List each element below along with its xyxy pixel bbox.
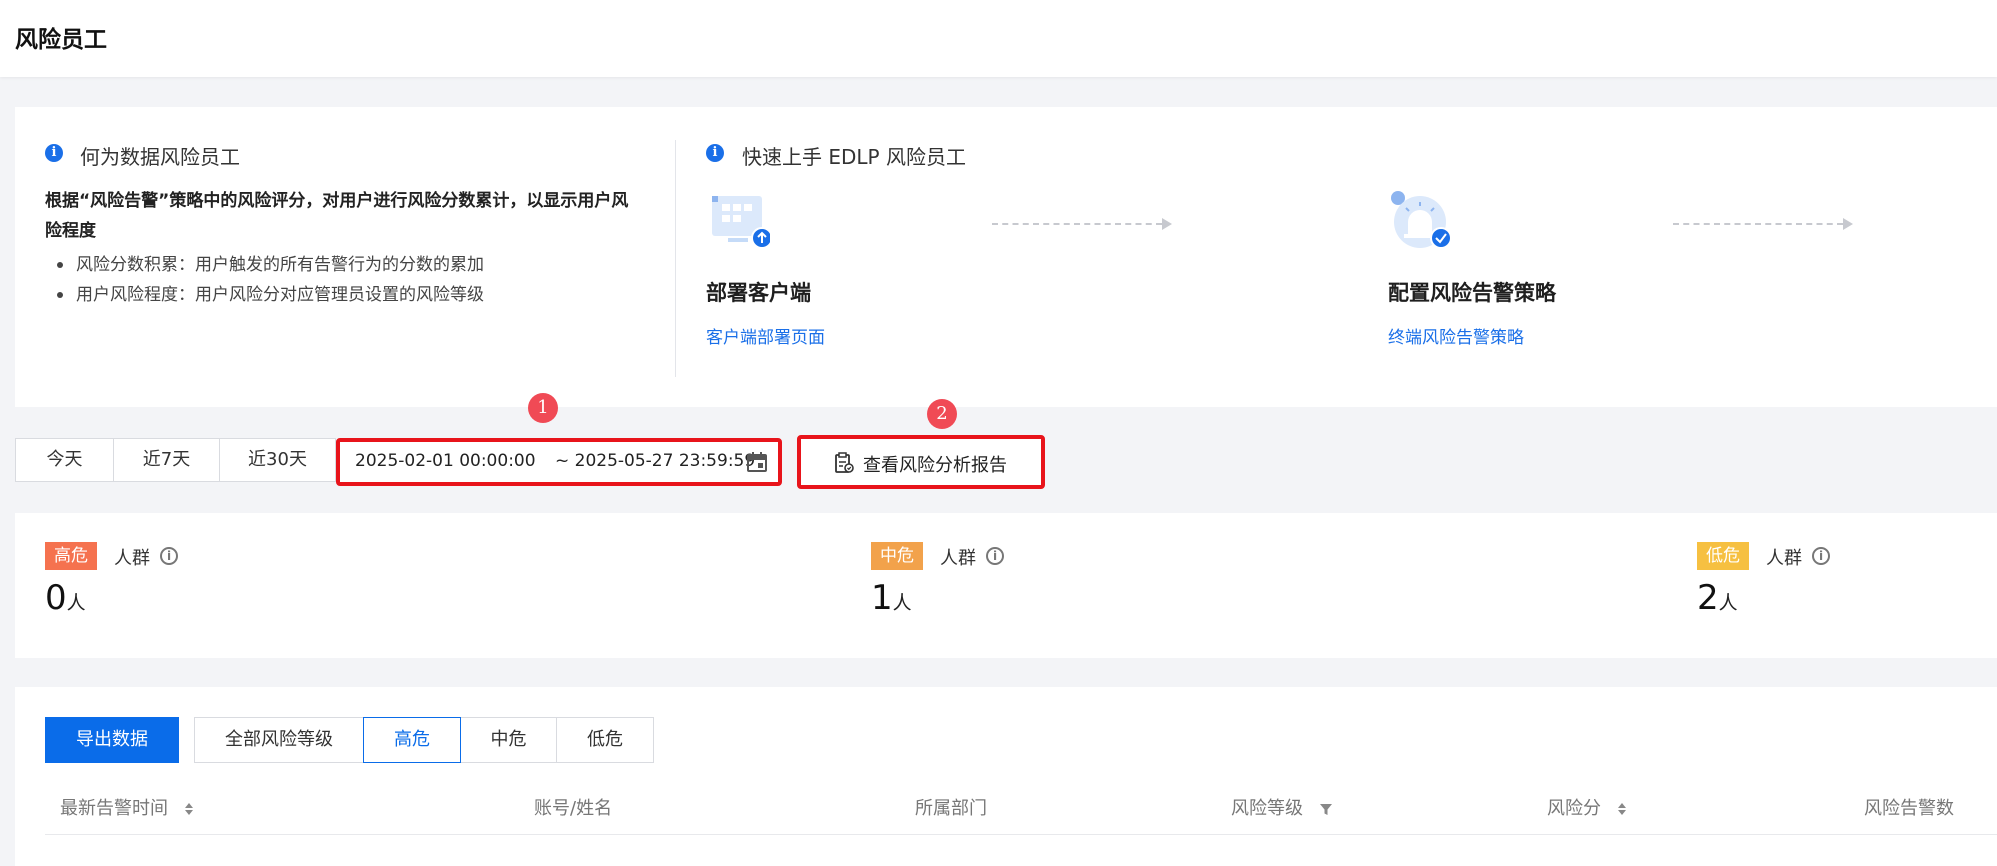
annotation-badge-2: 2 [927, 399, 957, 429]
step-arrow-line [1673, 223, 1843, 225]
col-account-name: 账号/姓名 [534, 798, 613, 819]
client-deploy-page-link[interactable]: 客户端部署页面 [706, 323, 825, 348]
step-title-configure-policy: 配置风险告警策略 [1388, 281, 1556, 305]
crowd-label: 人群 [114, 548, 150, 569]
report-icon [835, 452, 854, 473]
bullet-item: 风险分数积累：用户触发的所有告警行为的分数的累加 [57, 250, 484, 275]
filter-funnel-icon[interactable] [1319, 803, 1333, 816]
help-icon[interactable]: i [986, 547, 1004, 565]
range-today-button[interactable]: 今天 [15, 438, 114, 482]
date-range-text: 2025-02-01 00:00:00 ~ 2025-05-27 23:59:5… [355, 451, 755, 471]
endpoint-alert-policy-link[interactable]: 终端风险告警策略 [1388, 323, 1524, 348]
crowd-label: 人群 [1766, 548, 1802, 569]
help-icon[interactable]: i [160, 547, 178, 565]
employee-table-card [15, 687, 1997, 866]
crowd-label: 人群 [940, 548, 976, 569]
high-risk-tag: 高危 [45, 542, 97, 570]
low-risk-count: 2人 [1697, 578, 1738, 618]
bullet-dot [57, 262, 63, 268]
step-arrow-line [992, 223, 1162, 225]
bullet-dot [57, 292, 63, 298]
filter-low-risk[interactable]: 低危 [556, 717, 654, 763]
filter-medium-risk[interactable]: 中危 [460, 717, 557, 763]
export-data-button[interactable]: 导出数据 [45, 717, 179, 763]
high-risk-count: 0人 [45, 578, 86, 618]
low-risk-tag: 低危 [1697, 542, 1749, 570]
step-arrow-icon [1162, 218, 1172, 230]
range-30-days-button[interactable]: 近30天 [219, 438, 336, 482]
date-end: 2025-05-27 23:59:59 [574, 451, 756, 471]
step-arrow-icon [1843, 218, 1853, 230]
page-title: 风险员工 [15, 27, 107, 53]
sort-icon[interactable] [184, 802, 194, 816]
quick-start-title: 快速上手 EDLP 风险员工 [742, 145, 966, 169]
filter-all-levels[interactable]: 全部风险等级 [194, 717, 364, 763]
sort-icon[interactable] [1617, 802, 1627, 816]
table-header-divider [45, 834, 1997, 835]
help-icon[interactable]: i [1812, 547, 1830, 565]
date-range-picker[interactable]: 2025-02-01 00:00:00 ~ 2025-05-27 23:59:5… [336, 438, 782, 486]
calendar-icon[interactable] [746, 451, 768, 473]
col-risk-alert-count: 风险告警数 [1864, 798, 1954, 819]
date-separator: ~ [554, 451, 570, 471]
intro-description: 根据“风险告警”策略中的风险评分，对用户进行风险分数累计，以显示用户风险程度 [45, 191, 629, 241]
col-latest-alert-time[interactable]: 最新告警时间 [60, 794, 194, 820]
intro-divider [675, 140, 676, 377]
alert-policy-icon [1391, 191, 1452, 249]
view-risk-report-button[interactable]: 查看风险分析报告 [797, 435, 1045, 489]
bullet-item: 用户风险程度：用户风险分对应管理员设置的风险等级 [57, 280, 484, 305]
filter-high-risk[interactable]: 高危 [363, 717, 461, 763]
info-icon: i [706, 144, 724, 162]
client-deploy-icon [712, 196, 770, 249]
step-title-deploy-client: 部署客户端 [706, 281, 811, 305]
what-is-risk-employee-title: 何为数据风险员工 [80, 145, 240, 169]
page-header [0, 0, 1997, 77]
col-risk-level[interactable]: 风险等级 [1231, 794, 1333, 820]
range-7-days-button[interactable]: 近7天 [113, 438, 220, 482]
medium-risk-tag: 中危 [871, 542, 923, 570]
view-risk-report-label: 查看风险分析报告 [863, 455, 1007, 476]
col-department: 所属部门 [915, 798, 987, 819]
annotation-badge-1: 1 [528, 393, 558, 423]
medium-risk-count: 1人 [871, 578, 912, 618]
date-start: 2025-02-01 00:00:00 [355, 451, 536, 471]
col-risk-score[interactable]: 风险分 [1547, 794, 1627, 820]
info-icon: i [45, 144, 63, 162]
